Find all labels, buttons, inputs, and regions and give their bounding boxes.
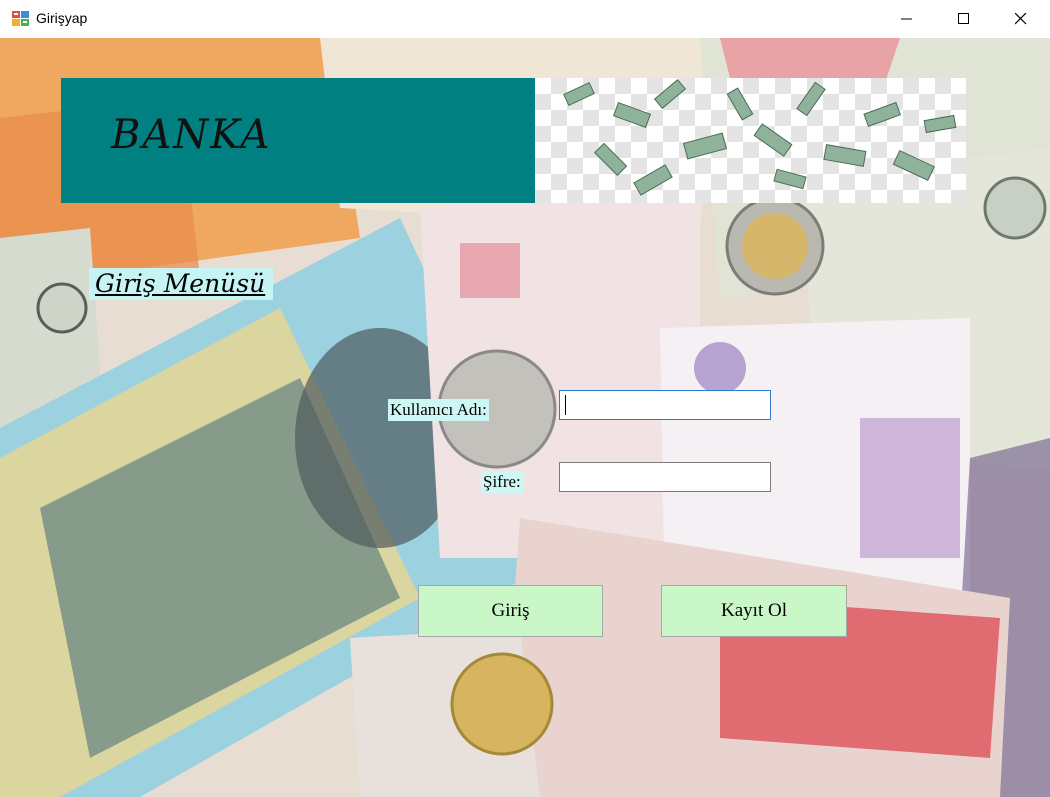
- minimize-icon: [901, 18, 912, 20]
- flying-money-image: [535, 78, 966, 203]
- flying-banknotes-picture: [563, 79, 957, 196]
- window-title: Girişyap: [36, 10, 88, 26]
- window-title-bar[interactable]: Girişyap: [0, 0, 1050, 39]
- minimize-button[interactable]: [878, 0, 936, 38]
- username-input[interactable]: [559, 390, 771, 420]
- app-icon: [12, 11, 29, 26]
- password-input[interactable]: [559, 462, 771, 492]
- header-title: BANKA: [111, 112, 272, 158]
- close-button[interactable]: [992, 0, 1050, 38]
- username-label: Kullanıcı Adı:: [388, 399, 489, 421]
- login-button[interactable]: Giriş: [418, 585, 603, 637]
- password-label: Şifre:: [481, 471, 523, 493]
- maximize-icon: [958, 13, 969, 24]
- text-cursor: [565, 395, 566, 415]
- maximize-button[interactable]: [935, 0, 993, 38]
- header-banner: BANKA: [61, 78, 535, 203]
- form-client-area: BANKA Giriş Menüsü Kullanıcı Adı: Şifre:…: [0, 38, 1050, 797]
- register-button[interactable]: Kayıt Ol: [661, 585, 847, 637]
- close-icon: [1015, 13, 1027, 25]
- menu-title: Giriş Menüsü: [89, 268, 274, 300]
